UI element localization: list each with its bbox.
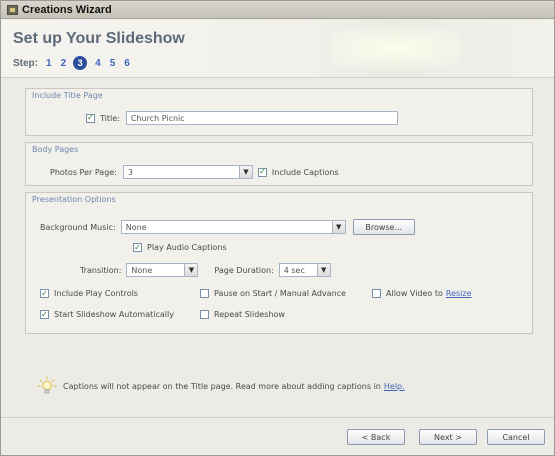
footer-divider: [1, 417, 554, 418]
body-pages-section-label: Body Pages: [32, 145, 79, 154]
background-music-value: None: [125, 223, 147, 232]
photos-per-page-value: 3: [127, 168, 133, 177]
chevron-down-icon[interactable]: ▼: [238, 166, 252, 178]
transition-label: Transition:: [80, 265, 122, 275]
cancel-button[interactable]: Cancel: [487, 429, 545, 445]
title-page-section-label: Include Title Page: [32, 91, 103, 100]
page-title: Set up Your Slideshow: [13, 30, 185, 47]
play-audio-captions-label: Play Audio Captions: [147, 243, 227, 252]
presentation-options-section: Presentation Options Background Music: N…: [25, 192, 533, 334]
include-captions-checkbox[interactable]: ✓: [257, 167, 267, 177]
pause-on-start-label: Pause on Start / Manual Advance: [214, 289, 346, 298]
allow-video-label: Allow Video to: [386, 289, 443, 298]
photos-per-page-label: Photos Per Page:: [50, 167, 117, 177]
include-play-controls-label: Include Play Controls: [54, 289, 138, 298]
help-link[interactable]: Help.: [384, 382, 405, 391]
start-automatically-checkbox[interactable]: ✓: [40, 310, 49, 319]
title-page-section: Include Title Page ✓ Title: Church Picni…: [25, 88, 533, 136]
chevron-down-icon[interactable]: ▼: [184, 264, 198, 276]
start-automatically-label: Start Slideshow Automatically: [54, 310, 174, 319]
back-button[interactable]: < Back: [347, 429, 405, 445]
presentation-section-label: Presentation Options: [32, 195, 116, 204]
title-bar: Creations Wizard: [1, 1, 554, 19]
step-2-link[interactable]: 2: [61, 58, 67, 69]
title-input[interactable]: Church Picnic: [125, 111, 398, 125]
background-music-select[interactable]: None ▼: [120, 220, 346, 234]
step-label: Step:: [13, 57, 38, 69]
page-duration-label: Page Duration:: [214, 265, 274, 275]
step-4-link[interactable]: 4: [95, 58, 101, 69]
pause-on-start-checkbox[interactable]: [200, 289, 209, 298]
repeat-slideshow-checkbox[interactable]: [200, 310, 209, 319]
tip-text: Captions will not appear on the Title pa…: [63, 381, 381, 391]
step-5-link[interactable]: 5: [110, 58, 116, 69]
page-duration-select[interactable]: 4 sec ▼: [278, 263, 331, 277]
step-1-link[interactable]: 1: [46, 58, 52, 69]
tip-row: Captions will not appear on the Title pa…: [37, 376, 405, 396]
step-indicator: Step: 1 2 3 4 5 6: [13, 56, 139, 70]
step-6-link[interactable]: 6: [124, 58, 130, 69]
resize-link[interactable]: Resize: [446, 289, 472, 298]
include-title-page-checkbox[interactable]: ✓: [86, 113, 95, 123]
transition-value: None: [131, 266, 153, 275]
app-icon: [7, 4, 18, 15]
transition-select[interactable]: None ▼: [126, 263, 199, 277]
wizard-window: Creations Wizard Set up Your Slideshow S…: [0, 0, 555, 456]
browse-button[interactable]: Browse...: [352, 219, 415, 235]
page-duration-value: 4 sec: [283, 266, 305, 275]
play-audio-captions-checkbox[interactable]: ✓: [133, 243, 142, 252]
include-captions-label: Include Captions: [271, 167, 339, 177]
chevron-down-icon[interactable]: ▼: [316, 264, 330, 276]
next-button[interactable]: Next >: [419, 429, 477, 445]
photos-per-page-select[interactable]: 3 ▼: [122, 165, 253, 179]
include-play-controls-checkbox[interactable]: ✓: [40, 289, 49, 298]
step-3-current: 3: [73, 56, 88, 70]
chevron-down-icon[interactable]: ▼: [331, 221, 345, 233]
repeat-slideshow-label: Repeat Slideshow: [214, 310, 285, 319]
allow-video-resize-checkbox[interactable]: [372, 289, 381, 298]
title-label: Title:: [100, 113, 120, 123]
body-pages-section: Body Pages Photos Per Page: 3 ▼ ✓ Includ…: [25, 142, 533, 186]
window-title: Creations Wizard: [22, 3, 112, 16]
lightbulb-icon: [37, 376, 57, 396]
header-decoration: [331, 28, 461, 68]
background-music-label: Background Music:: [40, 222, 116, 232]
wizard-header: Set up Your Slideshow Step: 1 2 3 4 5 6: [1, 20, 554, 78]
